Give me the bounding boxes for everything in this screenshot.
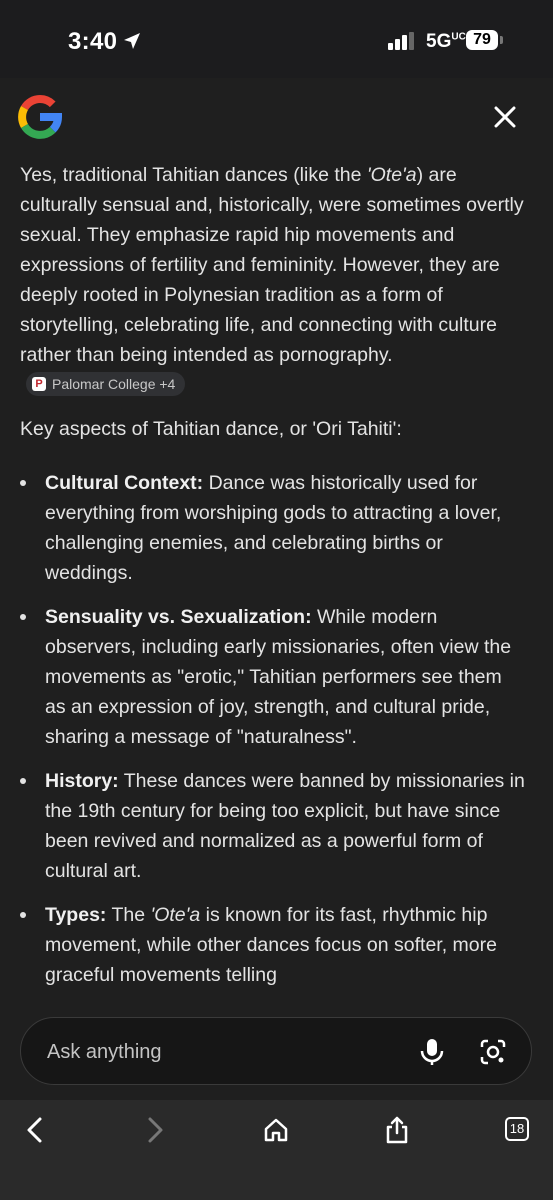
network-type: 5GUC	[426, 31, 466, 52]
bullet-dot	[20, 778, 26, 784]
share-icon[interactable]	[383, 1116, 411, 1144]
forward-arrow-icon[interactable]	[140, 1116, 168, 1144]
google-g-icon	[18, 95, 62, 139]
home-icon[interactable]	[262, 1116, 290, 1144]
aspects-list: Cultural Context: Dance was historically…	[20, 468, 525, 990]
close-icon[interactable]	[488, 100, 522, 134]
list-item: Types: The 'Ote'a is known for its fast,…	[20, 900, 525, 990]
status-bar: 3:40 5GUC 79	[0, 0, 553, 78]
ask-bar	[20, 1017, 532, 1085]
location-arrow-icon	[124, 33, 140, 49]
list-item: History: These dances were banned by mis…	[20, 766, 525, 886]
bullet-dot	[20, 480, 26, 486]
palomar-college-icon: P	[32, 377, 46, 392]
back-arrow-icon[interactable]	[22, 1116, 50, 1144]
bullet-dot	[20, 614, 26, 620]
list-item: Cultural Context: Dance was historically…	[20, 468, 525, 588]
signal-bars-icon	[388, 32, 414, 50]
battery-nub	[500, 36, 503, 44]
answer-paragraph: Yes, traditional Tahitian dances (like t…	[20, 160, 525, 400]
ai-answer-panel: Yes, traditional Tahitian dances (like t…	[0, 78, 553, 1100]
key-aspects-heading: Key aspects of Tahitian dance, or 'Ori T…	[20, 418, 402, 440]
ask-input[interactable]	[45, 1038, 389, 1066]
answer-content: Yes, traditional Tahitian dances (like t…	[20, 160, 525, 1004]
microphone-icon[interactable]	[419, 1038, 445, 1066]
source-chip[interactable]: P Palomar College +4	[26, 371, 186, 396]
tabs-button[interactable]: 18	[505, 1117, 529, 1141]
list-item: Sensuality vs. Sexualization: While mode…	[20, 602, 525, 752]
camera-lens-icon[interactable]	[479, 1038, 507, 1066]
browser-toolbar: 18	[0, 1100, 553, 1200]
bullet-dot	[20, 912, 26, 918]
status-time: 3:40	[68, 28, 118, 55]
battery-indicator: 79	[466, 30, 498, 50]
